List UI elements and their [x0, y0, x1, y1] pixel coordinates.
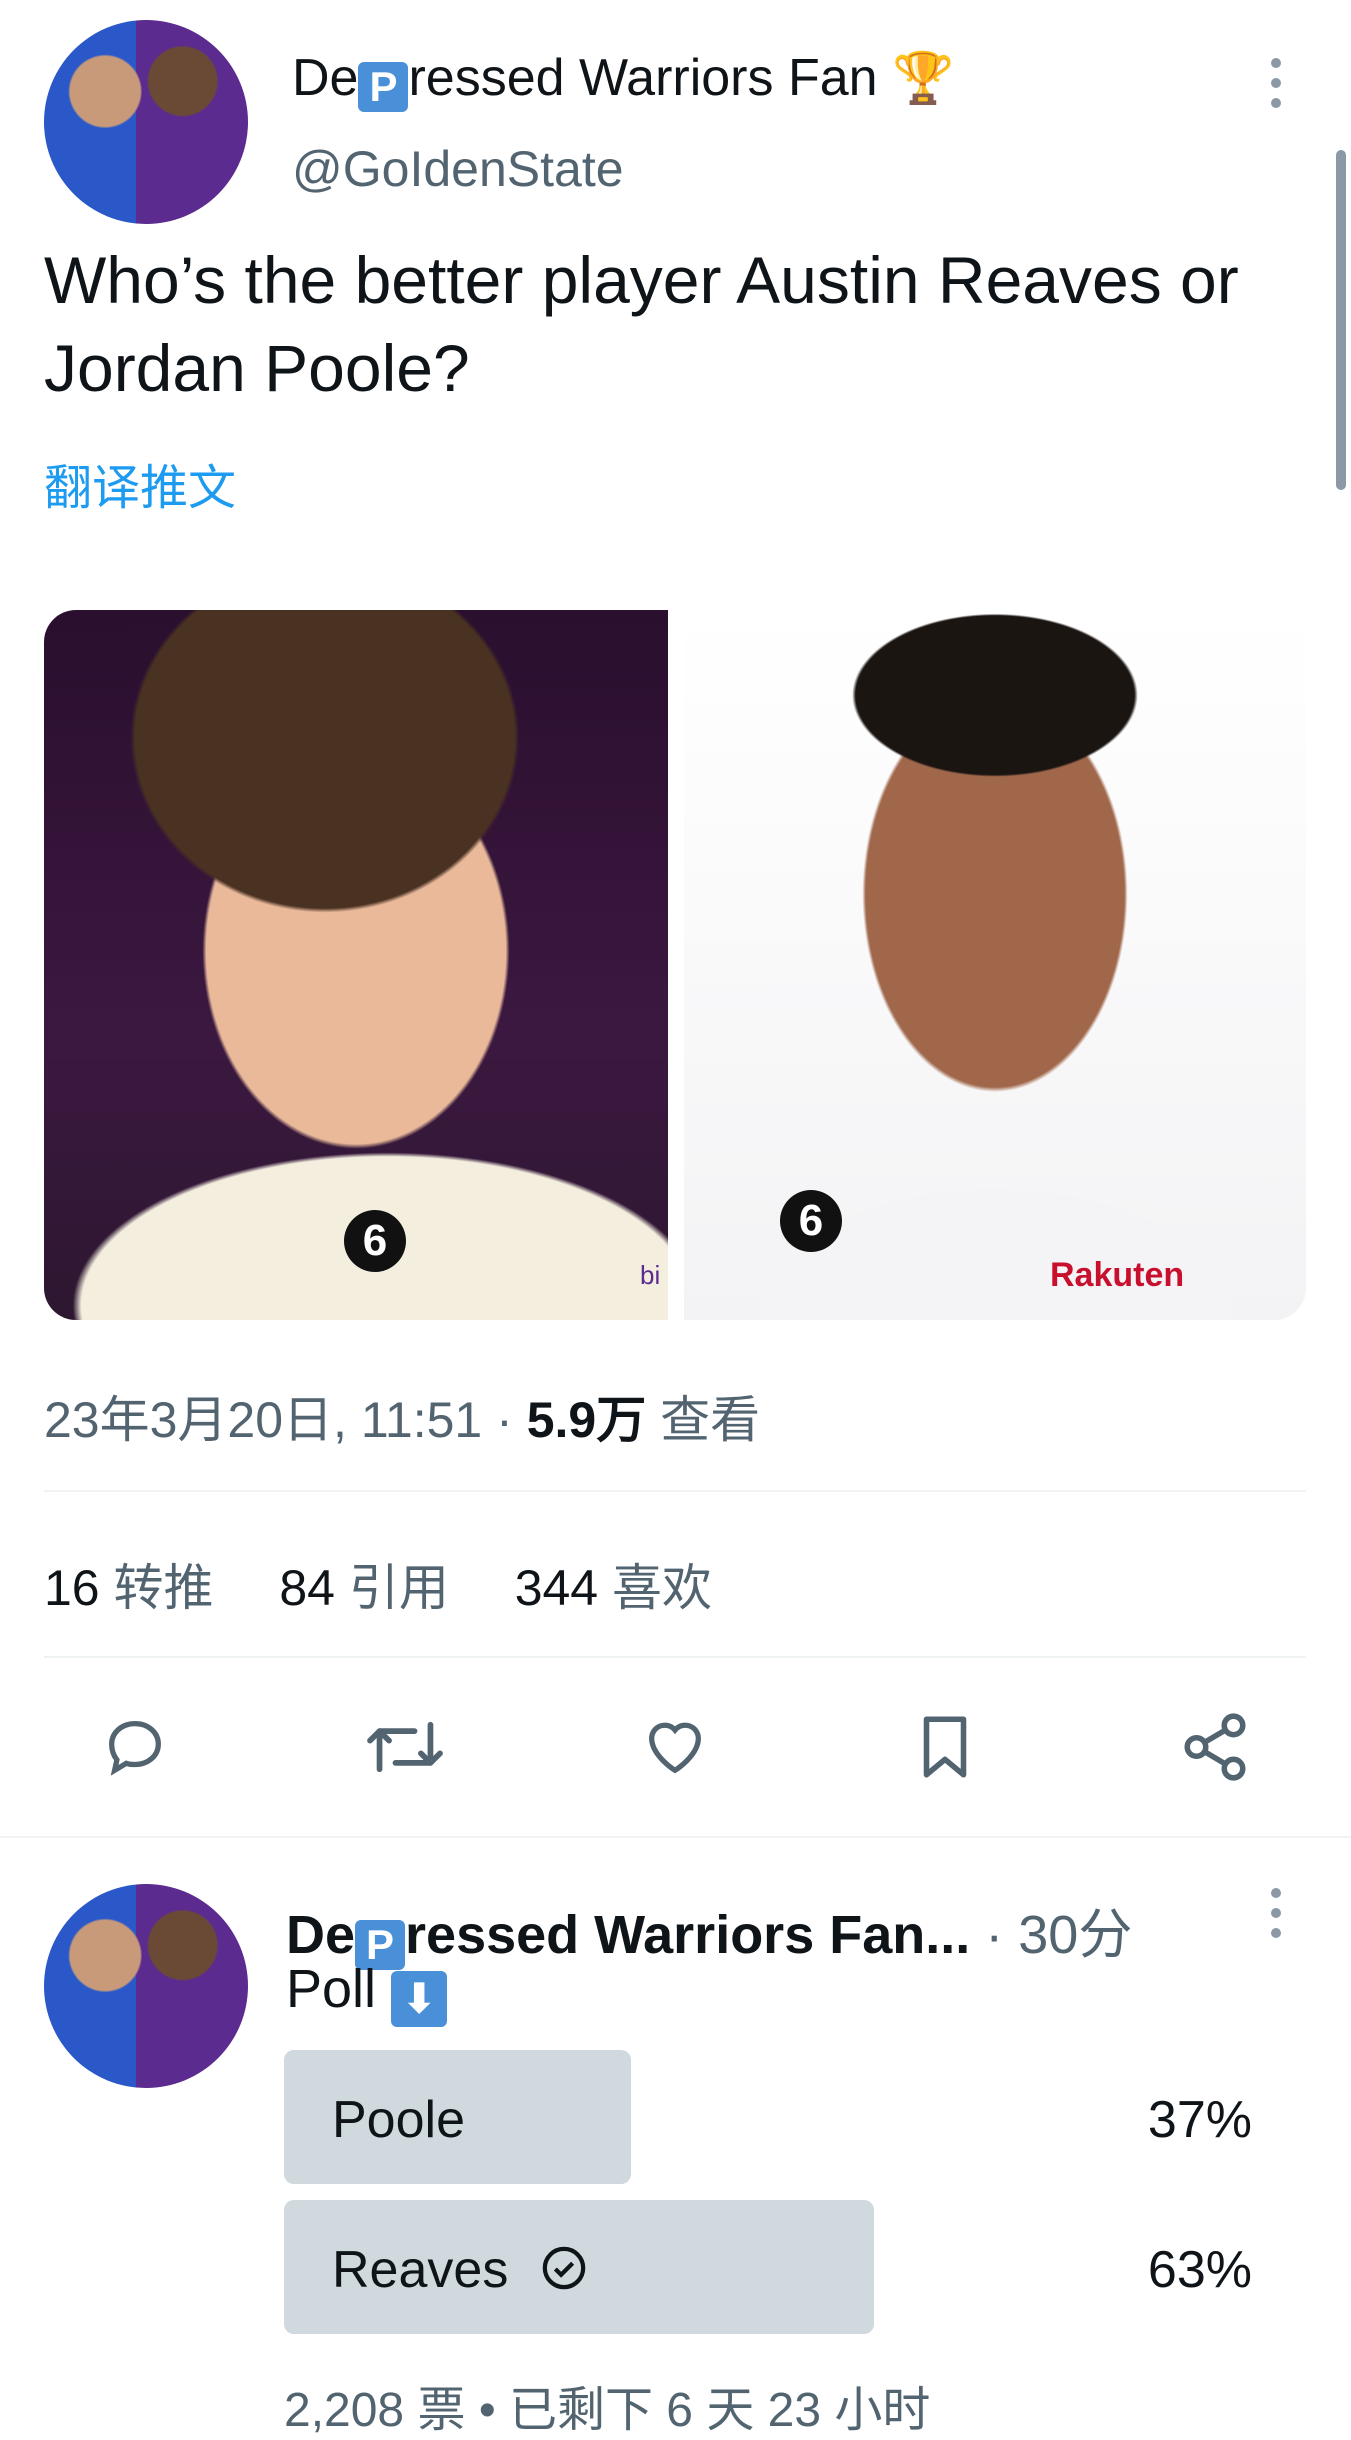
views-label: 查看: [660, 1392, 761, 1448]
likes-count: 344: [514, 1560, 599, 1616]
poll-option-label: Reaves: [332, 2240, 587, 2300]
tweet-text: Who’s the better player Austin Reaves or…: [44, 243, 1239, 405]
stats-row: 16 转推 84 引用 344 喜欢: [44, 1548, 712, 1620]
poll-option-poole[interactable]: Poole 37%: [284, 2050, 1304, 2184]
quotes-label: 引用: [348, 1560, 449, 1616]
check-circle-icon: [542, 2246, 586, 2290]
jersey-sponsor-text: bi: [640, 1260, 661, 1290]
translate-link[interactable]: 翻译推文: [44, 448, 236, 518]
share-icon: [1184, 1713, 1246, 1781]
scrollbar[interactable]: [1336, 150, 1346, 490]
poll-footer: 2,208 票 • 已剩下 6 天 23 小时: [284, 2370, 930, 2440]
trophy-icon: 🏆: [892, 50, 955, 106]
bookmark-button[interactable]: [900, 1702, 990, 1792]
media-image-poole[interactable]: 6 Rakuten: [684, 610, 1306, 1320]
bookmark-icon: [923, 1716, 967, 1778]
poll-bullet: •: [478, 2384, 496, 2437]
tweet-meta: 23年3月20日, 11:51 · 5.9万 查看: [44, 1380, 760, 1452]
reply-separator: ·: [985, 1905, 1004, 1965]
divider: [44, 1490, 1306, 1492]
jersey-number-badge: 6: [780, 1190, 842, 1252]
retweet-button[interactable]: [360, 1702, 450, 1792]
more-options-icon[interactable]: [1268, 58, 1284, 108]
poll-time-remaining: 已剩下 6 天 23 小时: [508, 2384, 931, 2437]
reply-icon: [109, 1721, 161, 1776]
retweets-count: 16: [44, 1560, 100, 1616]
author-avatar[interactable]: [44, 20, 248, 224]
jersey-number-badge: 6: [344, 1210, 406, 1272]
parking-emoji-icon: P: [358, 62, 409, 112]
reply-text-label: Poll: [286, 1959, 377, 2019]
like-button[interactable]: [630, 1702, 720, 1792]
poll-votes: 2,208 票: [284, 2384, 466, 2437]
author-handle[interactable]: @GoIdenState: [292, 140, 624, 198]
poll-option-percent: 63%: [1147, 2241, 1252, 2299]
meta-separator: ·: [496, 1392, 513, 1448]
retweets-stat[interactable]: 16 转推: [44, 1560, 214, 1616]
views-count: 5.9万: [526, 1392, 647, 1448]
share-button[interactable]: [1170, 1702, 1260, 1792]
divider: [44, 1656, 1306, 1658]
poll-option-reaves[interactable]: Reaves 63%: [284, 2200, 1304, 2334]
timestamp[interactable]: 23年3月20日, 11:51: [44, 1392, 482, 1448]
reply-button[interactable]: [90, 1702, 180, 1792]
quotes-stat[interactable]: 84 引用: [279, 1560, 449, 1616]
jersey-sponsor-text: Rakuten: [1050, 1256, 1185, 1294]
divider: [0, 1836, 1351, 1838]
poll-option-percent: 37%: [1147, 2091, 1252, 2149]
reply-author-avatar[interactable]: [44, 1884, 248, 2088]
author-name-suffix: ressed Warriors Fan: [408, 49, 878, 107]
author-name[interactable]: De Pressed Warriors Fan 🏆: [292, 48, 954, 112]
likes-label: 喜欢: [612, 1560, 713, 1616]
like-icon: [649, 1722, 701, 1774]
down-arrow-emoji-icon: ⬇: [391, 1971, 448, 2027]
reply-text: Poll ⬇: [286, 1958, 448, 2027]
retweets-label: 转推: [113, 1560, 214, 1616]
reply-time[interactable]: 30分: [1018, 1905, 1132, 1965]
likes-stat[interactable]: 344 喜欢: [515, 1560, 712, 1616]
reply-more-options-icon[interactable]: [1268, 1888, 1284, 1938]
quotes-count: 84: [279, 1560, 335, 1616]
reply-author-name[interactable]: De Pressed Warriors Fan...: [286, 1905, 970, 1970]
media-image-reaves[interactable]: 6 bi: [44, 610, 668, 1320]
poll-option-label: Poole: [332, 2091, 465, 2149]
retweet-icon: [367, 1721, 443, 1773]
author-name-prefix: De: [292, 49, 359, 107]
